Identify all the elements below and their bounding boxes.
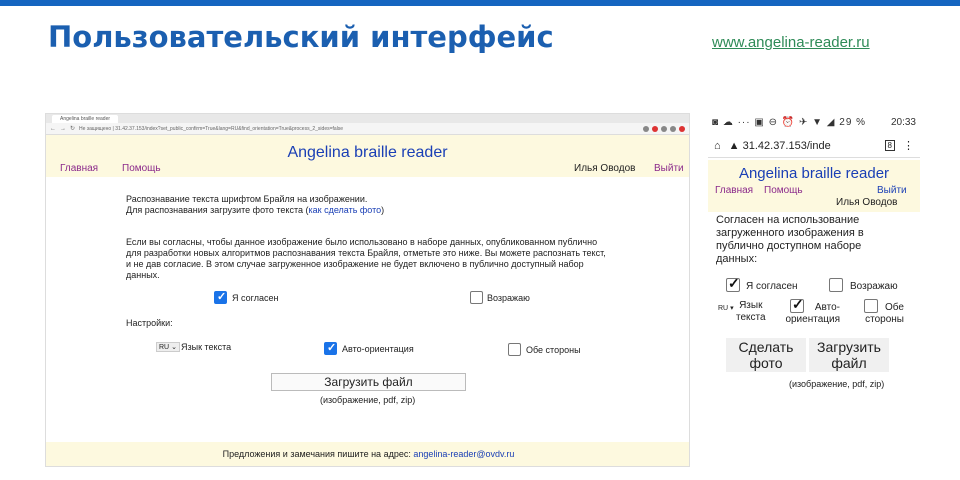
forward-icon[interactable]: → [60,126,66,132]
mobile-language-label: Язык текста [736,300,766,323]
mobile-address-input[interactable]: 31.42.37.153/inde [743,140,877,152]
app-title: Angelina braille reader [287,144,448,161]
object-label: Возражаю [487,293,530,303]
back-icon[interactable]: ← [50,126,56,132]
consent-line: публично доступном наборе [716,240,862,252]
extension-icons [643,125,685,132]
mobile-language-select[interactable]: RU ▾ [718,302,734,315]
intro-line: Распознавание текста шрифтом Брайля на и… [126,194,368,204]
language-label: Язык текста [181,342,232,352]
mobile-status-bar: ◙ ☁ ··· ▣ ⊖ ⏰ ✈ ▼ ◢ 29 % 20:33 [708,110,920,134]
consent-line: данных: [716,253,758,265]
footer-text: Предложения и замечания пишите на адрес: [222,449,414,459]
browser-tabbar: Angelina braille reader [46,114,689,123]
mobile-agree-label: Я согласен [746,281,798,292]
extension-icon[interactable] [661,125,667,132]
mobile-agree-checkbox[interactable] [726,275,740,292]
user-name: Илья Оводов [574,163,636,174]
mobile-upload-hint: (изображение, pdf, zip) [789,379,885,389]
browser-urlbar: ← → ↻ Не защищено | 31.42.37.153/index?s… [46,123,689,135]
reload-icon[interactable]: ↻ [70,125,75,132]
agree-checkbox[interactable] [214,290,227,304]
browser-tab[interactable]: Angelina braille reader [52,114,119,123]
how-to-photo-link[interactable]: как сделать фото [309,205,382,215]
nav-main-link[interactable]: Главная [60,163,98,174]
tab-count-button[interactable]: 8 [884,140,895,151]
take-photo-button[interactable]: Сделать фото [726,338,806,372]
consent-line: Согласен на использование [716,214,860,226]
settings-label: Настройки: [126,318,173,328]
desktop-screenshot: Angelina braille reader ← → ↻ Не защищен… [45,113,690,467]
both-sides-label: Обе стороны [526,345,581,355]
auto-orientation-label: Авто-ориентация [342,344,414,354]
mobile-urlbar: ⌂ ▲ 31.42.37.153/inde 8 ⋮ [708,134,920,158]
status-time: 20:33 [890,116,916,128]
intro-line-2: Для распознавания загрузите фото текста … [126,205,385,215]
mobile-auto-orientation-label: Авто-ориентация [785,302,840,325]
warning-icon: ▲ [728,139,743,152]
mobile-screenshot: ◙ ☁ ··· ▣ ⊖ ⏰ ✈ ▼ ◢ 29 % 20:33 ⌂ ▲ 31.42… [708,110,920,396]
consent-line: Если вы согласны, чтобы данное изображен… [126,237,598,247]
app-header: Angelina braille reader Главная Помощь И… [46,135,689,177]
extension-icon[interactable] [670,125,676,132]
consent-line: и не дав согласие. В этом случае загруже… [126,259,584,269]
extension-icon[interactable] [679,125,685,132]
slide-accent-bar [0,0,960,6]
intro-text: Распознавание текста шрифтом Брайля на и… [126,194,384,216]
mobile-app-title: Angelina braille reader [738,165,890,182]
mobile-app-header: Angelina braille reader Главная Помощь В… [708,160,920,212]
mobile-upload-button[interactable]: Загрузить файл [809,338,889,372]
mobile-consent-text: Согласен на использование загруженного и… [716,214,864,266]
consent-line: загруженного изображения в [716,227,864,239]
site-link[interactable]: www.angelina-reader.ru [712,34,870,51]
home-icon[interactable]: ⌂ [714,140,721,152]
slide-title: Пользовательский интерфейс [48,20,554,54]
address-input[interactable]: Не защищено | 31.42.37.153/index?set_pub… [79,126,643,132]
mobile-logout-link[interactable]: Выйти [877,185,907,196]
footer: Предложения и замечания пишите на адрес:… [46,442,689,466]
mobile-both-sides-label: Обе стороны [865,302,904,325]
mobile-user-name: Илья Оводов [836,197,898,208]
language-select[interactable]: RU ⌄ [156,342,180,352]
mobile-object-label: Возражаю [850,281,898,292]
consent-text: Если вы согласны, чтобы данное изображен… [126,237,646,281]
upload-file-button[interactable]: Загрузить файл [271,373,466,391]
both-sides-checkbox[interactable] [508,343,521,356]
consent-line: для разработки новых алгоритмов распозна… [126,248,606,258]
mobile-nav-help-link[interactable]: Помощь [764,185,803,196]
status-icons: ◙ ☁ ··· ▣ ⊖ ⏰ ✈ ▼ ◢ 29 % [712,116,867,128]
extension-icon[interactable] [652,125,658,132]
logout-link[interactable]: Выйти [654,163,684,174]
mobile-object-checkbox[interactable] [829,278,843,292]
consent-line: данных. [126,270,160,280]
mobile-nav-main-link[interactable]: Главная [715,185,753,196]
agree-label: Я согласен [232,293,279,303]
auto-orientation-checkbox[interactable] [324,341,337,355]
upload-hint: (изображение, pdf, zip) [320,395,416,405]
nav-help-link[interactable]: Помощь [122,163,161,174]
menu-icon[interactable]: ⋮ [903,139,914,152]
footer-email-link[interactable]: angelina-reader@ovdv.ru [413,449,514,459]
object-checkbox[interactable] [470,291,483,304]
extension-icon[interactable] [643,125,649,132]
